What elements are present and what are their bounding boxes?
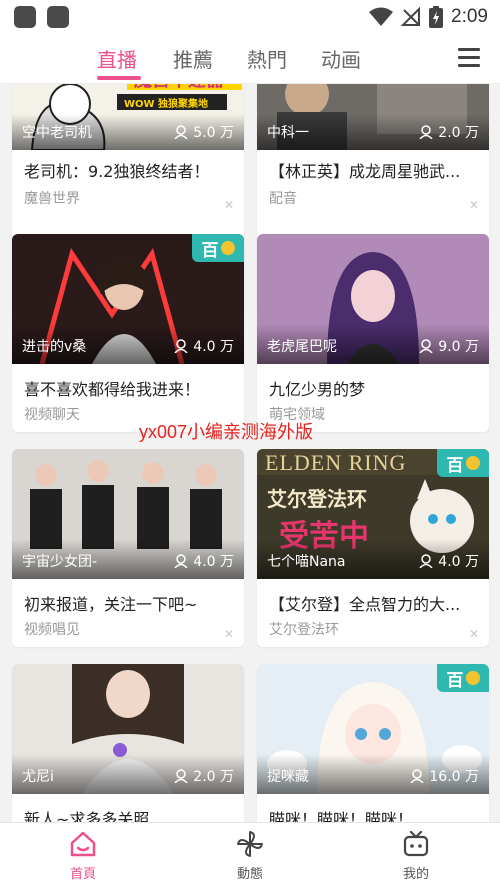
stream-thumbnail: 魔兽不速器 WOW 独狼聚集地 空中老司机 5.0 万: [12, 84, 244, 150]
viewer-count: 16.0 万: [410, 766, 479, 786]
person-icon: [419, 339, 433, 353]
viewer-count-value: 4.0 万: [438, 554, 479, 570]
stream-card[interactable]: 百 进击的v桑 4.0 万 喜不喜欢都得给我进来！ 视频聊天: [12, 234, 244, 432]
close-icon[interactable]: ✕: [224, 198, 234, 212]
stream-thumbnail: 尤尼i 2.0 万: [12, 664, 244, 794]
stream-title[interactable]: 【林正英】成龙周星驰武...: [269, 158, 479, 182]
stream-card[interactable]: ELDEN RING 艾尔登法环 受苦中 百 七个喵Nana 4.0 万 【艾尔…: [257, 449, 489, 647]
nav-profile-label: 我的: [402, 867, 429, 882]
stream-thumbnail: 中科一 2.0 万: [257, 84, 489, 150]
viewer-count: 4.0 万: [174, 551, 234, 571]
stream-card[interactable]: 宇宙少女团- 4.0 万 初来报道，关注一下吧~ 视频唱见 ✕: [12, 449, 244, 647]
stream-title[interactable]: 老司机：9.2独狼终结者！: [24, 158, 234, 182]
viewer-count: 2.0 万: [419, 122, 479, 142]
person-icon: [419, 554, 433, 568]
thumbnail-overlay-text: ELDEN RING: [265, 450, 407, 475]
stream-card[interactable]: 老虎尾巴呢 9.0 万 九亿少男的梦 萌宅领域: [257, 234, 489, 432]
promo-badge: 百: [437, 449, 489, 477]
status-bar: 2:09: [0, 0, 500, 34]
watermark-text: yx007小编亲测海外版: [139, 422, 314, 442]
promo-badge: 百: [437, 664, 489, 692]
thumbnail-overlay-text: 魔兽不速器: [134, 84, 224, 92]
viewer-count: 4.0 万: [174, 336, 234, 356]
thumbnail-overlay-subtext: 艾尔登法环: [267, 487, 367, 511]
nav-feed[interactable]: 動態: [210, 829, 290, 882]
clock: 2:09: [451, 6, 488, 27]
stream-title[interactable]: 新人~求多多关照: [24, 806, 234, 822]
promo-badge: 百: [192, 234, 244, 262]
viewer-count-value: 2.0 万: [438, 125, 479, 141]
streamer-name: 老虎尾巴呢: [267, 339, 337, 355]
streamer-name: 捉咪藏: [267, 769, 309, 785]
stream-thumbnail: 老虎尾巴呢 9.0 万: [257, 234, 489, 364]
person-icon: [419, 125, 433, 139]
viewer-count-value: 4.0 万: [193, 339, 234, 355]
viewer-count-value: 5.0 万: [193, 125, 234, 141]
nav-profile[interactable]: 我的: [376, 829, 456, 882]
stream-title[interactable]: 初来报道，关注一下吧~: [24, 591, 234, 615]
viewer-count-value: 9.0 万: [438, 339, 479, 355]
streamer-name: 尤尼i: [22, 769, 54, 785]
no-signal-icon: [401, 7, 421, 26]
person-icon: [174, 554, 188, 568]
stream-title[interactable]: 【艾尔登】全点智力的大...: [269, 591, 479, 615]
stream-thumbnail: 百 进击的v桑 4.0 万: [12, 234, 244, 364]
streamer-name: 七个喵Nana: [267, 554, 346, 570]
viewer-count: 2.0 万: [174, 766, 234, 786]
person-icon: [174, 125, 188, 139]
streamer-name: 宇宙少女团-: [22, 554, 98, 570]
viewer-count: 9.0 万: [419, 336, 479, 356]
person-icon: [174, 769, 188, 783]
viewer-count: 5.0 万: [174, 122, 234, 142]
person-icon: [410, 769, 424, 783]
stream-category: 配音: [269, 191, 297, 207]
stream-card[interactable]: 尤尼i 2.0 万 新人~求多多关照: [12, 664, 244, 822]
streamer-name: 中科一: [267, 125, 309, 141]
close-icon[interactable]: ✕: [469, 198, 479, 212]
stream-thumbnail: 宇宙少女团- 4.0 万: [12, 449, 244, 579]
viewer-count: 4.0 万: [419, 551, 479, 571]
person-icon: [174, 339, 188, 353]
streamer-name: 空中老司机: [22, 125, 92, 141]
viewer-count-value: 2.0 万: [193, 769, 234, 785]
tab-recommended[interactable]: 推薦: [173, 44, 213, 73]
stream-title[interactable]: 瞄咪！瞄咪！瞄咪！: [269, 806, 479, 822]
battery-charging-icon: [429, 6, 444, 28]
tab-popular[interactable]: 熱門: [247, 44, 287, 73]
pinwheel-icon: [237, 831, 263, 857]
nav-home[interactable]: 首頁: [43, 829, 123, 882]
active-tab-indicator: [97, 76, 141, 80]
viewer-count-value: 16.0 万: [429, 769, 479, 785]
stream-title[interactable]: 九亿少男的梦: [269, 376, 479, 400]
stream-title[interactable]: 喜不喜欢都得给我进来！: [24, 376, 234, 400]
stream-category: 视频唱见: [24, 622, 80, 638]
category-tab-bar: 直播 推薦 熱門 动画: [0, 34, 500, 84]
viewer-count-value: 4.0 万: [193, 554, 234, 570]
close-icon[interactable]: ✕: [469, 627, 479, 641]
tv-face-icon: [403, 830, 429, 857]
stream-category: 魔兽世界: [24, 191, 80, 207]
wifi-icon: [369, 7, 394, 26]
nav-feed-label: 動態: [236, 867, 263, 882]
bottom-navigation: 首頁 動態 我的: [0, 822, 500, 888]
tab-live[interactable]: 直播: [97, 44, 137, 73]
stream-thumbnail: 百 捉咪藏 16.0 万: [257, 664, 489, 794]
streamer-name: 进击的v桑: [22, 339, 87, 355]
menu-icon[interactable]: [458, 48, 480, 68]
stream-category: 视频聊天: [24, 407, 80, 423]
stream-card[interactable]: 百 捉咪藏 16.0 万 瞄咪！瞄咪！瞄咪！: [257, 664, 489, 822]
thumbnail-overlay-subtext: WOW 独狼聚集地: [124, 99, 209, 110]
app-notification-icon: [14, 6, 36, 28]
stream-category: 艾尔登法环: [269, 622, 339, 638]
close-icon[interactable]: ✕: [224, 627, 234, 641]
stream-thumbnail: ELDEN RING 艾尔登法环 受苦中 百 七个喵Nana 4.0 万: [257, 449, 489, 579]
live-stream-feed[interactable]: 魔兽不速器 WOW 独狼聚集地 空中老司机 5.0 万 老司机：9.2独狼终结者…: [0, 84, 500, 822]
home-icon: [70, 831, 96, 857]
app-notification-icon: [47, 6, 69, 28]
nav-home-label: 首頁: [69, 867, 96, 882]
tab-anime[interactable]: 动画: [321, 44, 361, 73]
